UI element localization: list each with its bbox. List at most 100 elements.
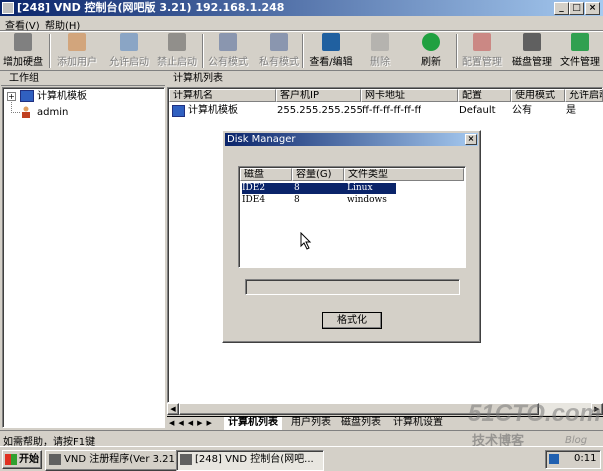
toolbar-button-add-user[interactable]: 添加用户 [55,33,99,70]
menu-help[interactable]: 帮助(H) [45,17,80,32]
col-capacity[interactable]: 容量(G) [292,168,344,181]
col-mode[interactable]: 使用模式 [511,89,565,102]
toolbar-button-public-mode[interactable]: 公有模式 [206,33,250,70]
toolbar-separator [302,34,304,68]
toolbar-separator [202,34,204,68]
toolbar-button-label: 添加用户 [57,57,97,68]
toolbar-button-label: 私有模式 [259,57,299,68]
col-mac[interactable]: 网卡地址 [361,89,458,102]
computer-icon [172,105,185,117]
allow-boot-icon [120,33,138,51]
start-button[interactable]: 开始 [2,450,42,469]
tree-item-label: 计算机模板 [37,91,87,102]
add-user-icon [68,33,86,51]
dialog-close-button[interactable]: × [465,134,477,145]
tab-user-list[interactable]: 用户列表 [287,417,335,431]
format-button[interactable]: 格式化 [322,312,382,329]
cell-capacity: 8 [294,195,300,205]
toolbar-button-file-manage[interactable]: 文件管理 [558,33,602,70]
view-edit-icon [322,33,340,51]
toolbar-button-allow-boot[interactable]: 允许启动 [107,33,151,70]
format-button-label: 格式化 [337,315,367,326]
tab-computer-settings[interactable]: 计算机设置 [389,417,447,431]
table-row[interactable]: 计算机模板 255.255.255.255 ff-ff-ff-ff-ff-ff … [169,104,603,119]
task-vnd-console[interactable]: [248] VND 控制台(网吧... [176,450,324,471]
toolbar-button-add-disk[interactable]: 增加硬盘 [2,33,44,70]
toolbar-button-deny-boot[interactable]: 禁止启动 [155,33,199,70]
file-manage-icon [571,33,589,51]
start-label: 开始 [19,454,39,465]
toolbar-button-delete[interactable]: 删除 [362,33,398,70]
col-client-ip[interactable]: 客户机IP [276,89,361,102]
right-panel-header: 计算机列表 [167,72,603,86]
toolbar-button-label: 删除 [370,57,390,68]
cell-allow: 是 [566,105,576,116]
clock: 0:11 [574,453,597,464]
tree-item-template[interactable]: + 计算机模板 [7,90,157,104]
disk-row-ide4[interactable]: IDE4 8 windows [242,195,396,206]
toolbar-button-label: 公有模式 [208,57,248,68]
cell-mode: 公有 [512,105,532,116]
disk-manage-icon [523,33,541,51]
menu-view[interactable]: 查看(V) [5,17,40,32]
toolbar-button-label: 磁盘管理 [512,57,552,68]
tab-computer-list[interactable]: 计算机列表 [224,417,282,430]
user-icon [21,106,31,118]
mouse-cursor-icon [300,232,312,250]
toolbar-button-label: 允许启动 [109,57,149,68]
col-allow-boot[interactable]: 允许启动 [565,89,603,102]
task-register-program[interactable]: VND 注册程序(Ver 3.21) [45,450,193,471]
left-panel: 工作组 + 计算机模板 admin [0,72,166,430]
maximize-button[interactable]: □ [569,2,584,15]
disk-manager-dialog: Disk Manager × 磁盘 容量(G) 文件类型 IDE2 8 Linu… [222,130,481,343]
toolbar-button-label: 禁止启动 [157,57,197,68]
watermark-blog: Blog [565,435,588,446]
toolbar-button-disk-manage[interactable]: 磁盘管理 [510,33,554,70]
window-titlebar[interactable]: [248] VND 控制台(网吧版 3.21) 192.168.1.248 _ … [0,0,603,16]
windows-logo-icon [5,454,17,465]
toolbar-button-view-edit[interactable]: 查看/编辑 [306,33,356,70]
private-mode-icon [270,33,288,51]
tab-nav-arrows[interactable]: ◀◀◀▶▶ [167,417,222,430]
minimize-button[interactable]: _ [554,2,569,15]
dialog-titlebar[interactable]: Disk Manager × [225,133,478,146]
toolbar-button-label: 配置管理 [462,57,502,68]
cell-disk: IDE4 [242,195,266,205]
col-config[interactable]: 配置 [458,89,511,102]
toolbar-button-label: 查看/编辑 [309,57,353,68]
toolbar-button-refresh[interactable]: 刷新 [413,33,449,70]
col-filetype[interactable]: 文件类型 [344,168,464,181]
task-label: VND 注册程序(Ver 3.21) [64,454,179,465]
tree-item-label: admin [37,107,69,118]
app-icon [180,454,192,465]
add-disk-icon [14,33,32,51]
app-icon [49,454,61,465]
disk-list[interactable]: 磁盘 容量(G) 文件类型 IDE2 8 Linux IDE4 8 window… [238,166,466,268]
deny-boot-icon [168,33,186,51]
menu-bar: 查看(V) 帮助(H) [0,16,603,32]
format-progress-bar [245,279,460,295]
network-icon [549,454,559,464]
computer-list-header: 计算机列表 [173,73,223,84]
toolbar-button-private-mode[interactable]: 私有模式 [257,33,301,70]
workgroup-tree[interactable]: + 计算机模板 admin [2,87,165,428]
col-disk[interactable]: 磁盘 [240,168,292,181]
scroll-left-button[interactable]: ◀ [167,403,179,415]
tree-expander[interactable]: + [7,92,16,101]
toolbar-button-config-manage[interactable]: 配置管理 [460,33,504,70]
dialog-title: Disk Manager [227,134,296,145]
toolbar-button-label: 文件管理 [560,57,600,68]
computer-icon [20,90,34,102]
tree-item-admin[interactable]: admin [7,102,157,120]
workgroup-header: 工作组 [9,73,39,84]
cell-ip: 255.255.255.255 [277,105,363,116]
col-computer-name[interactable]: 计算机名 [169,89,276,102]
close-button[interactable]: × [585,2,600,15]
toolbar-separator [456,34,458,68]
refresh-icon [422,33,440,51]
tree-line [11,102,20,113]
tab-disk-list[interactable]: 磁盘列表 [337,417,385,431]
toolbar-button-label: 增加硬盘 [3,57,43,68]
cell-mac: ff-ff-ff-ff-ff-ff [362,105,422,116]
cell-filetype: windows [347,195,387,205]
